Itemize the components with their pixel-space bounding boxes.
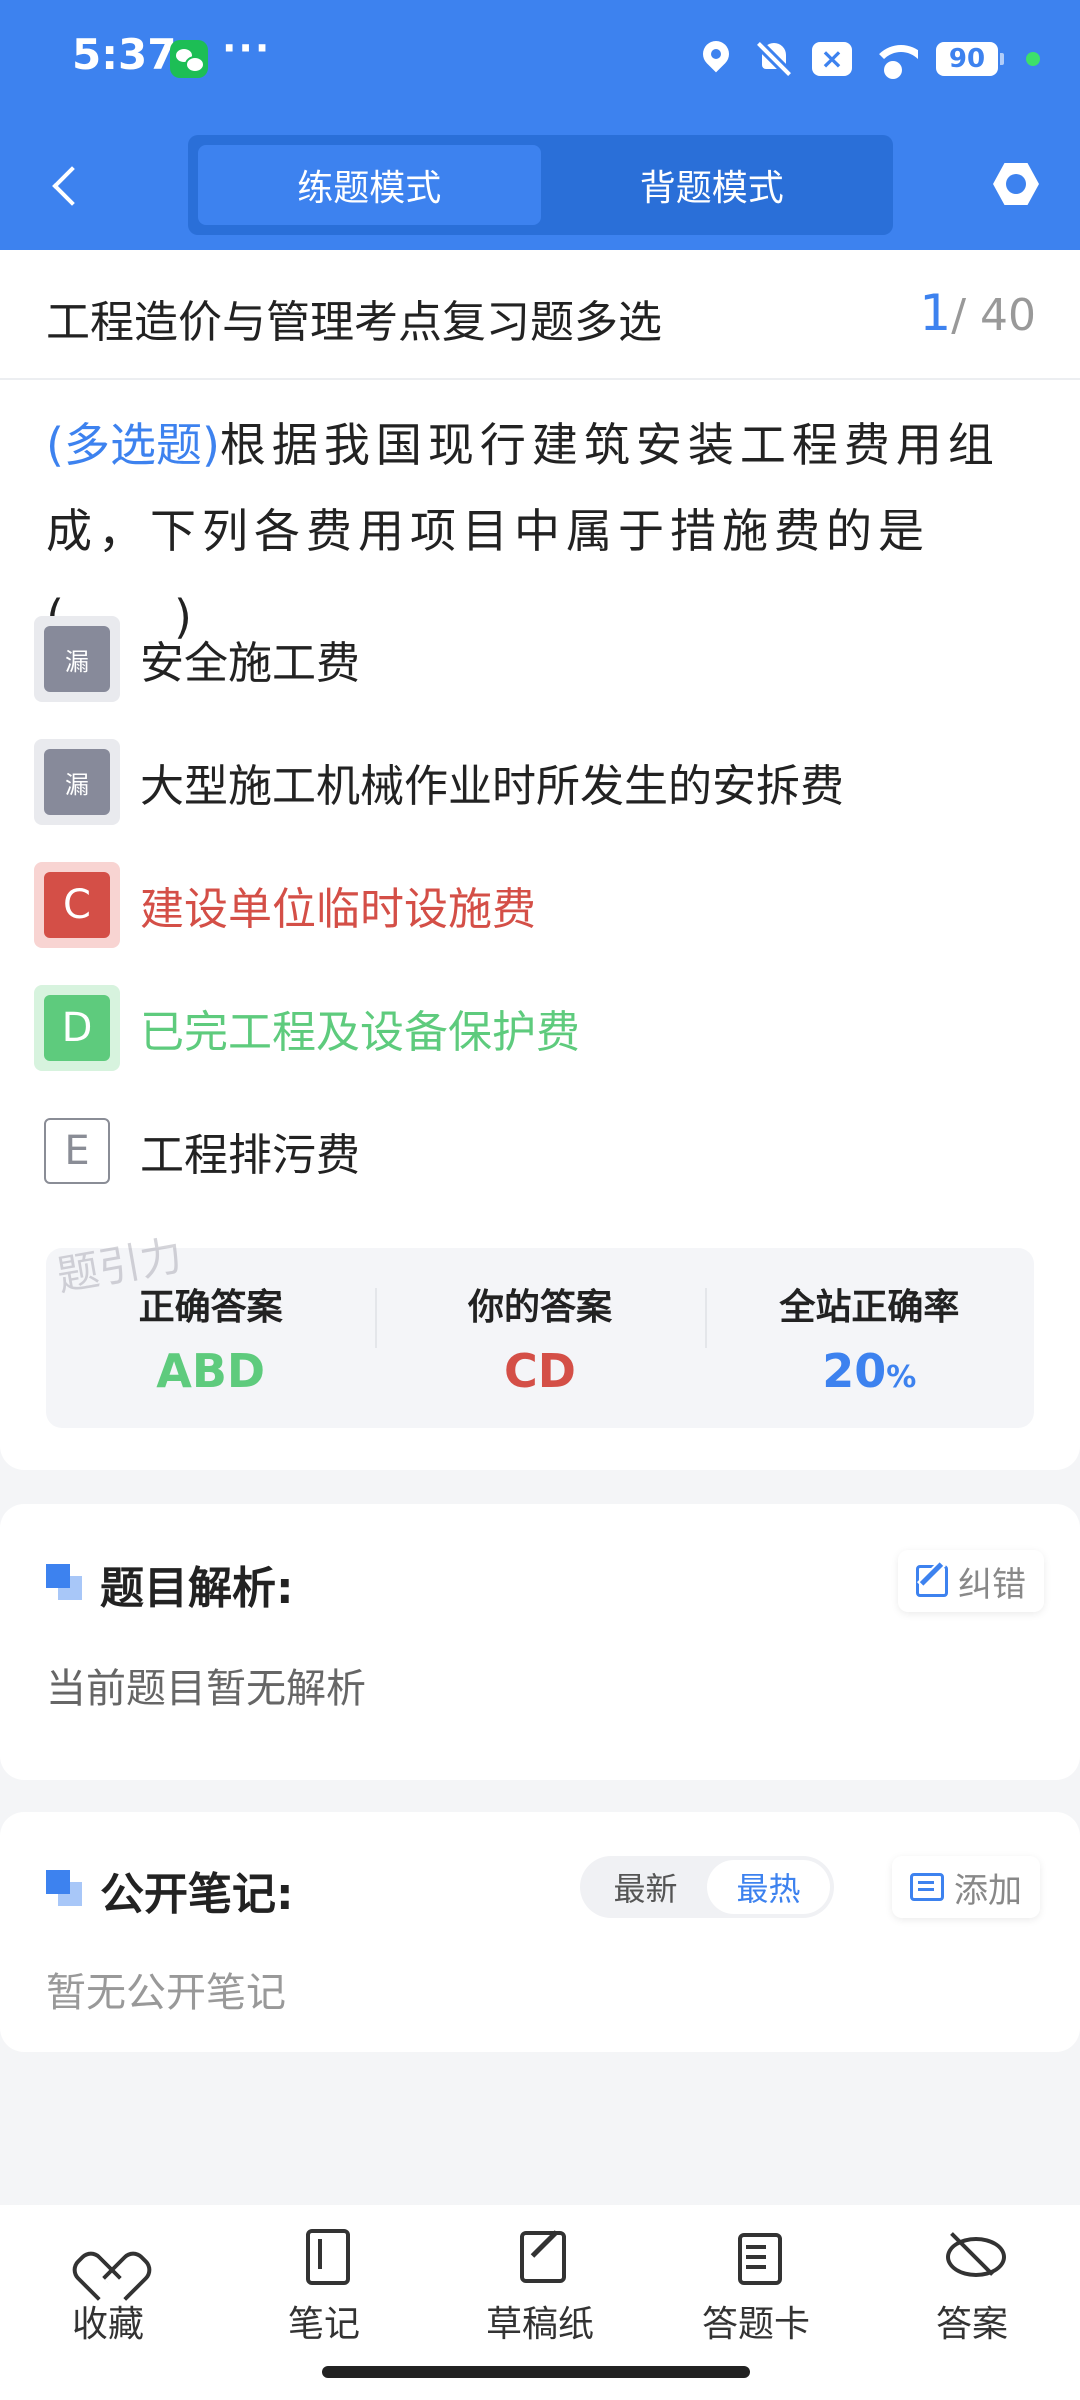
home-indicator[interactable]	[322, 2366, 750, 2378]
notes-empty: 暂无公开笔记	[46, 1970, 286, 2016]
status-bar: 5:37 ··· × 90	[0, 0, 1080, 120]
option-b[interactable]: 漏 大型施工机械作业时所发生的安拆费	[34, 737, 1034, 827]
analysis-title: 题目解析:	[46, 1552, 294, 1616]
notes-sort-toggle: 最新 最热	[580, 1856, 834, 1918]
notes-heading: 公开笔记:	[100, 1869, 294, 1920]
option-badge-right: D	[34, 985, 120, 1071]
option-text: 大型施工机械作业时所发生的安拆费	[140, 761, 844, 812]
option-text: 安全施工费	[140, 638, 360, 689]
option-c[interactable]: C 建设单位临时设施费	[34, 860, 1034, 950]
site-accuracy-value: 20%	[822, 1344, 917, 1398]
sort-latest[interactable]: 最新	[584, 1860, 707, 1914]
report-error-button[interactable]: 纠错	[898, 1550, 1044, 1612]
tab-memorize-mode[interactable]: 背题模式	[541, 145, 884, 225]
site-accuracy: 全站正确率 20%	[704, 1278, 1034, 1398]
battery-indicator: 90	[936, 42, 1004, 76]
nav-answer[interactable]: 答案	[892, 2225, 1052, 2365]
back-button[interactable]	[44, 160, 84, 210]
nav-notes[interactable]: 笔记	[244, 2225, 404, 2365]
notes-section: 公开笔记: 添加 暂无公开笔记	[0, 1812, 1080, 2052]
nav-favorite[interactable]: 收藏	[28, 2225, 188, 2365]
sort-hottest[interactable]: 最热	[707, 1860, 830, 1914]
your-answer: 你的答案 CD	[375, 1278, 704, 1398]
option-badge-missed: 漏	[34, 616, 120, 702]
edit-icon	[916, 1565, 948, 1597]
settings-icon[interactable]	[990, 158, 1042, 210]
nav-draft-paper[interactable]: 草稿纸	[460, 2225, 620, 2365]
eye-off-icon	[944, 2225, 1006, 2281]
location-icon	[696, 39, 736, 79]
analysis-content: 当前题目暂无解析	[46, 1666, 366, 1712]
paper-title-row: 工程造价与管理考点复习题多选 1/ 40	[0, 250, 1080, 380]
add-note-button[interactable]: 添加	[892, 1856, 1040, 1918]
draft-paper-icon	[512, 2225, 568, 2283]
comment-icon	[910, 1873, 944, 1901]
option-badge: E	[34, 1108, 120, 1194]
heart-icon	[80, 2225, 136, 2281]
progress-total: / 40	[951, 290, 1036, 341]
option-d[interactable]: D 已完工程及设备保护费	[34, 983, 1034, 1073]
wechat-notification-icon	[170, 40, 208, 78]
system-status-icons: × 90	[696, 36, 1040, 82]
app-header: 5:37 ··· × 90 练题模式 背题模式	[0, 0, 1080, 250]
analysis-section: 题目解析: 纠错 当前题目暂无解析	[0, 1504, 1080, 1780]
mode-switch: 练题模式 背题模式	[188, 135, 893, 235]
option-text: 建设单位临时设施费	[140, 884, 536, 935]
analysis-heading: 题目解析:	[100, 1563, 294, 1614]
option-text: 已完工程及设备保护费	[140, 1007, 580, 1058]
correct-answer-value: ABD	[156, 1344, 266, 1398]
status-time: 5:37	[72, 30, 177, 79]
privacy-dot-icon	[1026, 52, 1040, 66]
notes-title: 公开笔记:	[46, 1858, 294, 1922]
notebook-icon	[296, 2225, 352, 2285]
paper-title: 工程造价与管理考点复习题多选	[46, 297, 662, 348]
x-box-icon: ×	[812, 42, 852, 76]
answer-card-icon	[728, 2225, 784, 2285]
option-text: 工程排污费	[140, 1130, 360, 1181]
nav-answer-card[interactable]: 答题卡	[676, 2225, 836, 2365]
question-progress: 1/ 40	[919, 284, 1036, 342]
your-answer-value: CD	[504, 1344, 576, 1398]
wifi-icon	[870, 39, 918, 79]
option-badge-missed: 漏	[34, 739, 120, 825]
progress-current: 1	[919, 284, 952, 342]
more-notifications-icon: ···	[222, 26, 272, 70]
question-type: (多选题)	[46, 418, 220, 472]
option-badge-wrong: C	[34, 862, 120, 948]
answer-summary: 正确答案 ABD 你的答案 CD 全站正确率 20%	[46, 1248, 1034, 1428]
option-a[interactable]: 漏 安全施工费	[34, 614, 1034, 704]
section-icon	[46, 1564, 86, 1604]
section-icon	[46, 1870, 86, 1910]
tab-practice-mode[interactable]: 练题模式	[198, 145, 541, 225]
bell-muted-icon	[754, 39, 794, 79]
option-e[interactable]: E 工程排污费	[34, 1106, 1034, 1196]
